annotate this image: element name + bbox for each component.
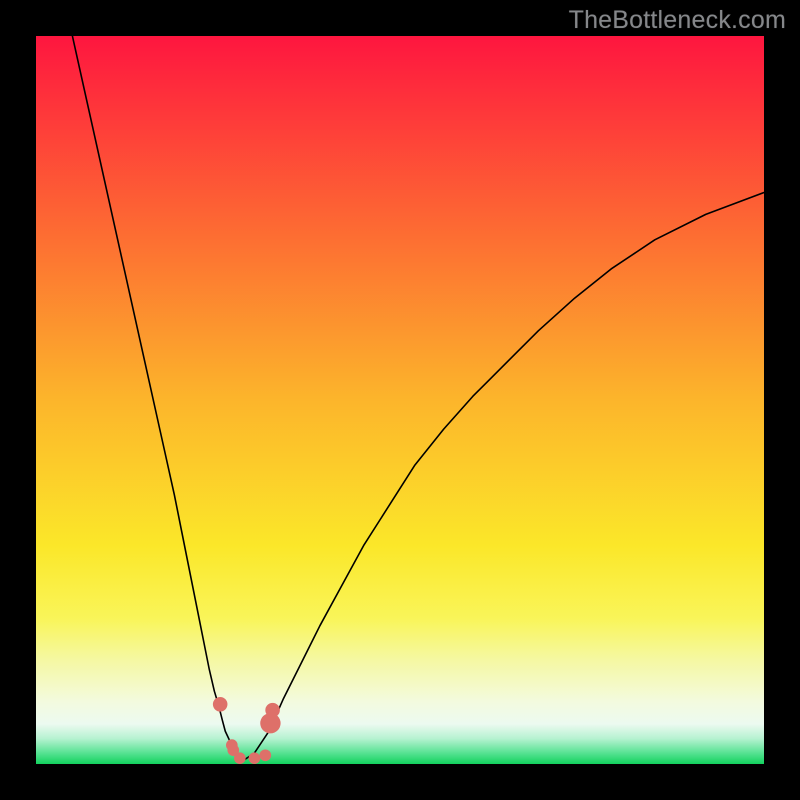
marker-7 xyxy=(265,703,280,718)
gradient-background xyxy=(36,36,764,764)
watermark-text: TheBottleneck.com xyxy=(569,6,786,35)
marker-5 xyxy=(260,749,272,761)
marker-4 xyxy=(249,752,261,764)
marker-3 xyxy=(234,752,246,764)
bottleneck-chart xyxy=(36,36,764,764)
outer-frame: { "watermark": "TheBottleneck.com", "cha… xyxy=(0,0,800,800)
marker-0 xyxy=(213,697,228,712)
